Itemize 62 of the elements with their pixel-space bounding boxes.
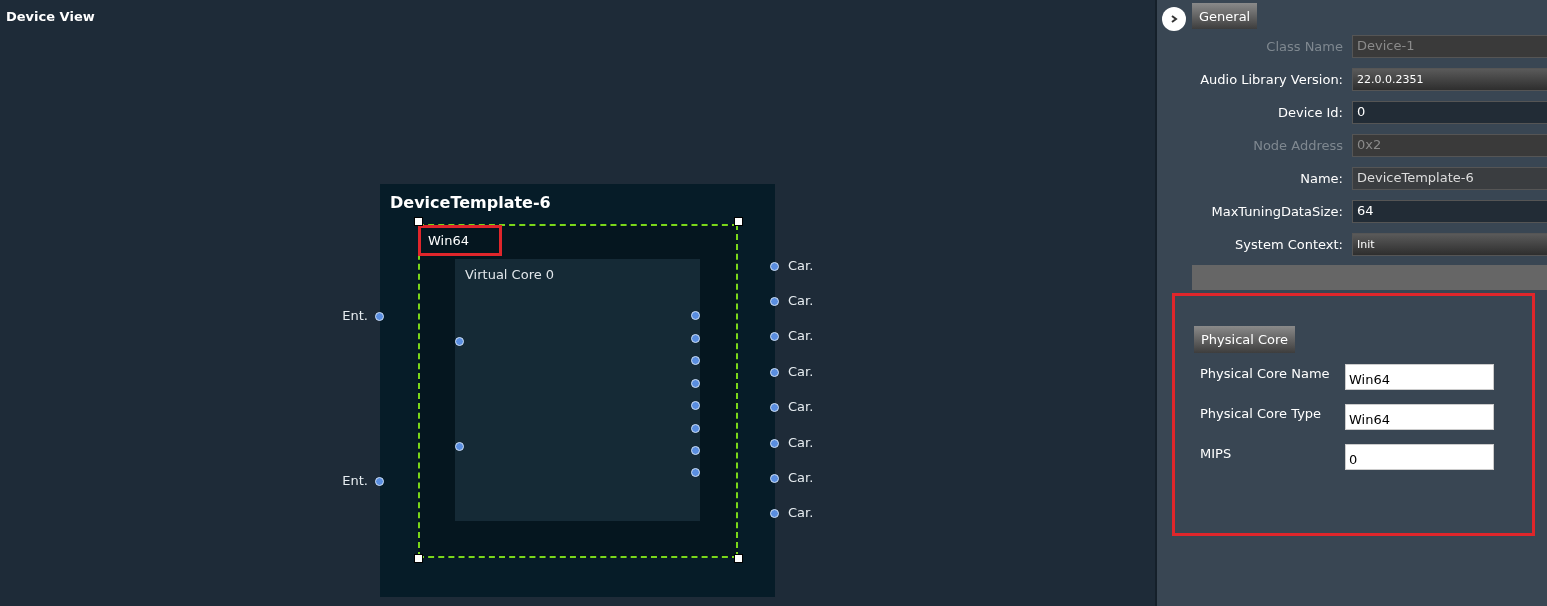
input-field[interactable]: 0: [1352, 101, 1547, 124]
property-label: Audio Library Version:: [1199, 72, 1344, 87]
input-field[interactable]: Win64: [1345, 404, 1494, 430]
output-port-dot[interactable]: [770, 509, 779, 518]
virtual-core-name: Virtual Core 0: [465, 267, 555, 282]
device-node[interactable]: DeviceTemplate-6 Win64 Virtual Core 0: [380, 184, 775, 597]
field-label: Physical Core Type: [1200, 405, 1323, 421]
input-field[interactable]: DeviceTemplate-6: [1352, 167, 1547, 190]
field-label: Physical Core Name: [1200, 365, 1331, 381]
port-dot[interactable]: [691, 446, 700, 455]
port-dot[interactable]: [691, 334, 700, 343]
output-port-label: Car.: [788, 258, 814, 273]
resize-handle[interactable]: [734, 554, 743, 563]
dropdown-field[interactable]: 22.0.0.2351: [1352, 68, 1547, 91]
output-port-dot[interactable]: [770, 403, 779, 412]
output-port-label: Car.: [788, 293, 814, 308]
dropdown-field[interactable]: Init: [1352, 233, 1547, 256]
resize-handle[interactable]: [414, 554, 423, 563]
resize-handle[interactable]: [414, 217, 423, 226]
input-port-dot[interactable]: [375, 312, 384, 321]
output-port-label: Car.: [788, 505, 814, 520]
core-name-label: Win64: [418, 225, 502, 256]
resize-handle[interactable]: [734, 217, 743, 226]
input-field[interactable]: 0: [1345, 444, 1494, 470]
physical-core-node[interactable]: Win64 Virtual Core 0: [418, 224, 738, 558]
input-field[interactable]: 64: [1352, 200, 1547, 223]
port-dot[interactable]: [691, 379, 700, 388]
output-port-dot[interactable]: [770, 368, 779, 377]
port-dot[interactable]: [691, 311, 700, 320]
port-dot[interactable]: [455, 442, 464, 451]
port-dot[interactable]: [691, 356, 700, 365]
port-dot[interactable]: [455, 337, 464, 346]
view-title: Device View: [6, 9, 95, 24]
field-label: MIPS: [1200, 445, 1233, 461]
output-port-dot[interactable]: [770, 474, 779, 483]
port-dot[interactable]: [691, 468, 700, 477]
port-dot[interactable]: [691, 424, 700, 433]
property-label: Class Name: [1265, 39, 1344, 54]
output-port-label: Car.: [788, 399, 814, 414]
input-port-label: Ent.: [342, 308, 368, 323]
physical-core-tab[interactable]: Physical Core: [1194, 326, 1296, 353]
output-port-dot[interactable]: [770, 439, 779, 448]
output-port-label: Car.: [788, 328, 814, 343]
output-port-dot[interactable]: [770, 297, 779, 306]
output-port-label: Car.: [788, 435, 814, 450]
device-name: DeviceTemplate-6: [390, 193, 551, 212]
property-label: Node Address: [1252, 138, 1344, 153]
virtual-core-node[interactable]: Virtual Core 0: [455, 259, 700, 521]
output-port-dot[interactable]: [770, 262, 779, 271]
property-label: Device Id:: [1276, 105, 1344, 120]
expand-toggle-icon[interactable]: [1162, 7, 1186, 31]
output-port-dot[interactable]: [770, 332, 779, 341]
input-port-dot[interactable]: [375, 477, 384, 486]
general-tab[interactable]: General: [1192, 3, 1258, 29]
input-port-label: Ent.: [342, 473, 368, 488]
property-label: Name:: [1299, 171, 1344, 186]
output-port-label: Car.: [788, 470, 814, 485]
property-label: MaxTuningDataSize:: [1210, 204, 1344, 219]
input-field[interactable]: Win64: [1345, 364, 1494, 390]
property-label: System Context:: [1234, 237, 1344, 252]
output-port-label: Car.: [788, 364, 814, 379]
port-dot[interactable]: [691, 401, 700, 410]
